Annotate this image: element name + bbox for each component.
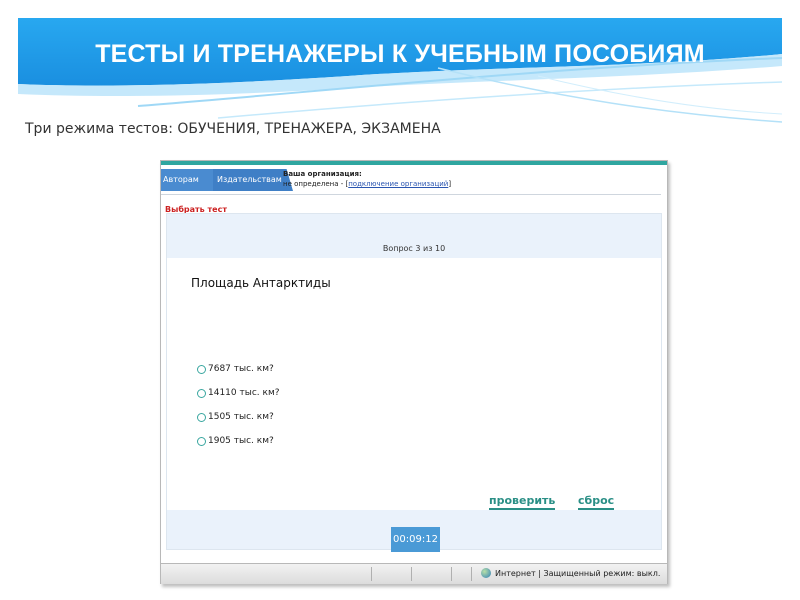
answer-label: 14110 тыс. км?: [208, 388, 280, 398]
answer-option[interactable]: 7687 тыс. км?: [197, 364, 274, 374]
radio-empty-icon[interactable]: [197, 436, 206, 446]
status-separator: [411, 567, 412, 581]
organization-info: Ваша организация: не определена - [подкл…: [283, 169, 451, 189]
slide-title: ТЕСТЫ И ТРЕНАЖЕРЫ К УЧЕБНЫМ ПОСОБИЯМ: [95, 40, 705, 68]
status-separator: [451, 567, 452, 581]
timer: 00:09:12: [391, 527, 440, 552]
header-wave-shape: [18, 18, 782, 123]
status-separator: [471, 567, 472, 581]
answer-label: 1505 тыс. км?: [208, 412, 274, 422]
radio-empty-icon[interactable]: [197, 388, 206, 398]
answer-label: 1905 тыс. км?: [208, 436, 274, 446]
radio-empty-icon[interactable]: [197, 364, 206, 374]
answer-option[interactable]: 14110 тыс. км?: [197, 388, 280, 398]
tab-publishers[interactable]: Издательствам: [213, 169, 293, 191]
slide-subtitle: Три режима тестов: ОБУЧЕНИЯ, ТРЕНАЖЕРА, …: [25, 121, 441, 137]
org-title: Ваша организация:: [283, 170, 362, 178]
answer-option[interactable]: 1505 тыс. км?: [197, 412, 274, 422]
question-panel: Вопрос 3 из 10 Площадь Антарктиды 7687 т…: [166, 213, 662, 550]
radio-empty-icon[interactable]: [197, 412, 206, 422]
status-zone: Интернет | Защищенный режим: выкл.: [481, 568, 660, 578]
reset-button[interactable]: сброс: [578, 494, 615, 510]
slide-header: ТЕСТЫ И ТРЕНАЖЕРЫ К УЧЕБНЫМ ПОСОБИЯМ: [18, 18, 782, 126]
check-button[interactable]: проверить: [489, 494, 556, 510]
org-status-line: не определена - [подключение организаций…: [283, 179, 451, 189]
globe-icon: [481, 568, 491, 578]
top-accent-bar: [161, 161, 667, 165]
app-screenshot: Авторам Издательствам Ваша организация: …: [160, 160, 668, 584]
connect-organization-link[interactable]: подключение организаций: [348, 180, 448, 188]
status-text: Интернет | Защищенный режим: выкл.: [495, 568, 661, 578]
org-status: не определена - [: [283, 180, 349, 188]
org-bracket: ]: [448, 180, 452, 188]
question-text: Площадь Антарктиды: [191, 276, 331, 290]
status-separator: [371, 567, 372, 581]
divider: [161, 194, 661, 195]
answer-option[interactable]: 1905 тыс. км?: [197, 436, 274, 446]
question-number: Вопрос 3 из 10: [382, 244, 446, 253]
browser-status-bar: Интернет | Защищенный режим: выкл.: [161, 563, 667, 584]
answer-label: 7687 тыс. км?: [208, 364, 274, 374]
